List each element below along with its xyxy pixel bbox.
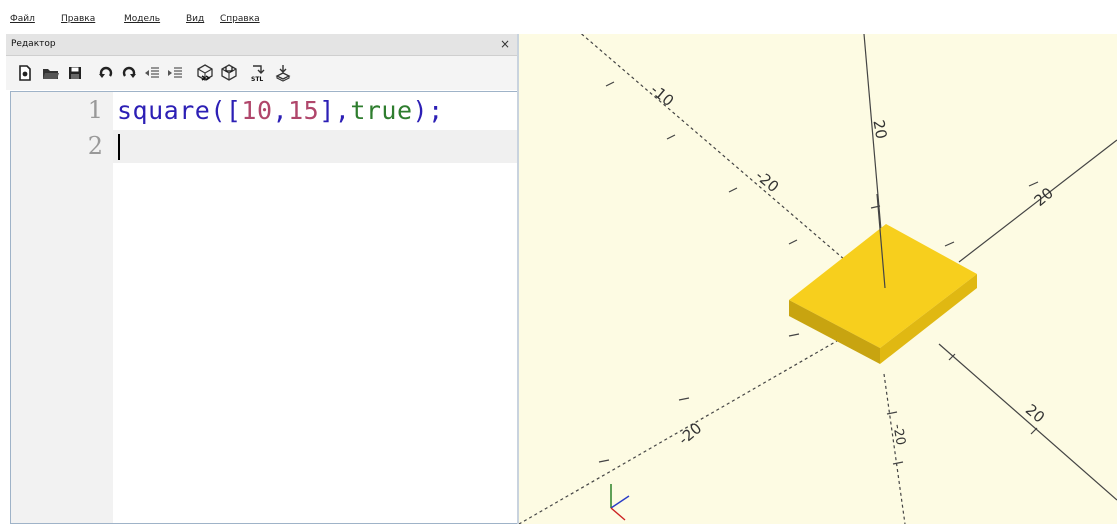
code-line-1[interactable]: square([10,15],true); [117, 96, 444, 125]
axis-negative-z [883, 373, 906, 524]
code-punctuation: ); [412, 96, 444, 125]
menu-bar: Файл Правка Модель Вид Справка [0, 0, 1117, 34]
indent-icon [168, 67, 182, 78]
viewport-canvas: -10 -20 20 -20 20 20 -20 [519, 34, 1117, 524]
save-file-button[interactable] [66, 64, 84, 82]
unindent-button[interactable] [143, 64, 161, 82]
axis-label: -20 [675, 419, 705, 449]
line-number-2: 2 [87, 132, 103, 160]
code-punctuation: ([ [210, 96, 242, 125]
axis-label: 20 [869, 118, 890, 140]
axis-positive-x [938, 343, 1117, 501]
3d-viewport[interactable]: -10 -20 20 -20 20 20 -20 [519, 34, 1117, 524]
code-number: 10 [241, 96, 273, 125]
code-keyword: true [350, 96, 413, 125]
open-file-button[interactable] [42, 64, 60, 82]
code-number: 15 [288, 96, 320, 125]
menu-model[interactable]: Модель [124, 14, 160, 24]
editor-panel: Редактор × STL 1 2 square([10,15],true); [6, 34, 518, 524]
code-function: square [117, 96, 211, 125]
axis-label: 20 [1022, 401, 1048, 427]
preview-icon [197, 64, 213, 81]
send-to-print-icon [275, 65, 291, 82]
export-stl-button[interactable]: STL [250, 64, 268, 82]
menu-view[interactable]: Вид [186, 14, 204, 24]
menu-help[interactable]: Справка [220, 14, 260, 24]
editor-titlebar: Редактор × [6, 34, 518, 56]
axis-label: 20 [1031, 184, 1057, 210]
new-file-button[interactable] [16, 64, 34, 82]
axis-label: -10 [647, 81, 677, 111]
undo-button[interactable] [97, 64, 115, 82]
editor-title: Редактор [11, 39, 56, 49]
code-punctuation: ], [319, 96, 351, 125]
code-editor[interactable]: 1 2 square([10,15],true); [10, 91, 518, 524]
send-to-print-button[interactable] [274, 64, 292, 82]
line-number-1: 1 [87, 96, 103, 124]
preview-button[interactable] [196, 64, 214, 82]
indent-button[interactable] [166, 64, 184, 82]
axes-gizmo [610, 484, 630, 521]
line-number-gutter: 1 2 [11, 92, 113, 523]
export-stl-icon: STL [251, 65, 265, 82]
save-file-icon [69, 67, 81, 79]
close-editor-button[interactable]: × [498, 36, 512, 52]
unindent-icon [145, 67, 159, 78]
menu-edit[interactable]: Правка [61, 14, 95, 24]
render-icon [221, 64, 237, 81]
menu-file[interactable]: Файл [10, 14, 35, 24]
axis-negative-x [580, 34, 888, 297]
new-file-icon [19, 65, 31, 81]
current-line-highlight [113, 130, 517, 163]
redo-button[interactable] [120, 64, 138, 82]
undo-icon [99, 66, 113, 78]
axis-label: -20 [889, 423, 907, 447]
text-cursor [118, 134, 120, 160]
axis-label: -20 [752, 167, 782, 197]
open-file-icon [43, 69, 59, 79]
redo-icon [122, 66, 136, 78]
code-punctuation: , [272, 96, 289, 125]
svg-text:STL: STL [251, 76, 263, 82]
editor-toolbar: STL [6, 56, 518, 90]
render-button[interactable] [220, 64, 238, 82]
